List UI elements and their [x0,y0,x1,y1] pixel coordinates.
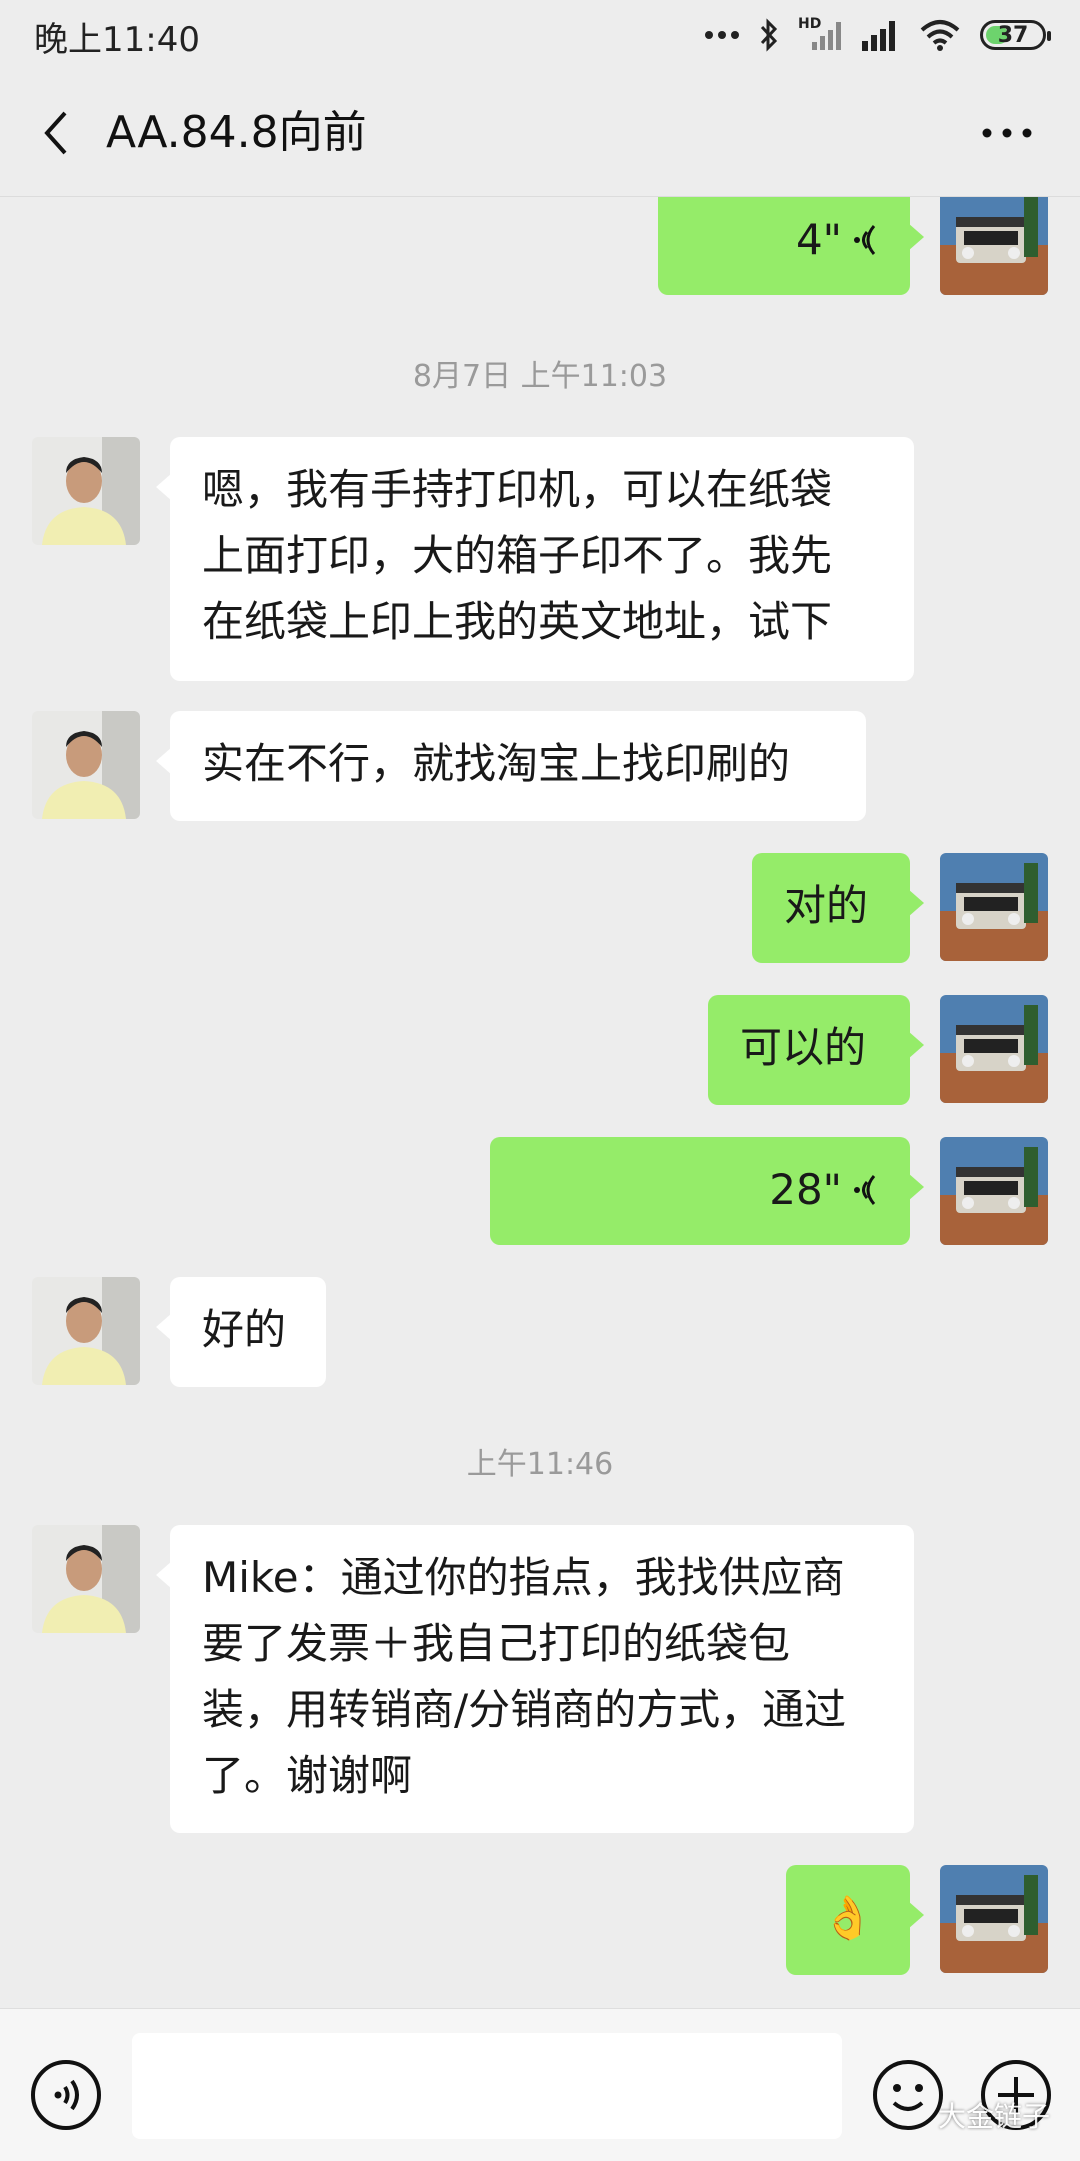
bluetooth-icon [760,18,778,52]
more-dots-icon [982,128,1032,138]
contact-avatar[interactable] [32,437,140,545]
message-line: 在纸袋上印上我的英文地址，试下 [202,597,833,646]
text-message-bubble[interactable]: 嗯，我有手持打印机，可以在纸袋 上面打印，大的箱子印不了。我先 在纸袋上印上我的… [156,437,914,681]
message-line: Mike：通过你的指点，我找供应商 [202,1553,845,1602]
contact-avatar[interactable] [32,711,140,819]
voice-toggle-button[interactable] [28,2057,104,2133]
my-avatar[interactable] [940,1137,1048,1245]
voice-wave-icon [854,225,876,255]
message-line: 好的 [202,1305,287,1354]
signal-dots-icon [705,31,739,39]
status-time: 晚上11:40 [34,20,200,60]
message-row-outgoing: 👌 [0,1865,1080,1977]
message-input[interactable] [132,2033,842,2139]
status-bar: 晚上11:40 HD 37 [0,0,1080,70]
text-message-bubble[interactable]: 对的 [752,853,924,963]
voice-message-bubble[interactable]: 28" [490,1137,924,1245]
battery-icon: 37 [980,20,1051,50]
hd-signal-icon: HD [798,16,842,52]
emoji-icon [873,2060,943,2130]
text-message-bubble[interactable]: Mike：通过你的指点，我找供应商 要了发票＋我自己打印的纸袋包 装，用转销商/… [156,1525,914,1833]
more-button[interactable] [974,100,1040,166]
chat-title: AA.84.8向前 [106,107,367,158]
timestamp: 上午11:46 [466,1447,614,1482]
voice-wave-icon [854,1175,876,1205]
my-avatar[interactable] [940,197,1048,295]
my-avatar[interactable] [940,995,1048,1103]
voice-toggle-icon [31,2060,101,2130]
message-list[interactable]: 4" 8月7日 上午11:03 嗯，我有手持打印机，可以在纸袋 上面打印，大的箱… [0,197,1080,2007]
message-row-incoming: Mike：通过你的指点，我找供应商 要了发票＋我自己打印的纸袋包 装，用转销商/… [0,1525,1080,1837]
voice-duration: 4" [795,215,842,264]
message-line: 要了发票＋我自己打印的纸袋包 [202,1619,791,1668]
message-line: 嗯，我有手持打印机，可以在纸袋 [202,465,833,514]
cell-signal-icon [862,21,895,51]
message-line: 了。谢谢啊 [202,1751,413,1800]
message-line: 对的 [784,881,869,930]
back-button[interactable] [28,100,84,166]
voice-message-bubble[interactable]: 4" [658,197,924,295]
voice-duration: 28" [769,1165,842,1214]
message-line: 实在不行，就找淘宝上找印刷的 [202,739,791,788]
emoji-button[interactable] [870,2057,946,2133]
battery-level: 37 [997,22,1029,48]
text-message-bubble[interactable]: 实在不行，就找淘宝上找印刷的 [156,711,866,821]
text-message-bubble[interactable]: 好的 [156,1277,326,1387]
chat-header: AA.84.8向前 [0,70,1080,197]
my-avatar[interactable] [940,1865,1048,1973]
wifi-icon [920,20,960,51]
voice-message: 28" [522,1157,878,1223]
emoji-message-bubble[interactable]: 👌 [786,1865,924,1975]
message-row-incoming: 实在不行，就找淘宝上找印刷的 [0,711,1080,823]
message-row-incoming: 好的 [0,1277,1080,1389]
message-row-outgoing: 可以的 [0,995,1080,1107]
message-row-outgoing: 4" [0,197,1080,307]
message-row-outgoing: 对的 [0,853,1080,965]
ok-hand-emoji: 👌 [821,1893,875,1942]
watermark: 大金链子 [937,2100,1050,2133]
status-icons: HD 37 [704,14,1051,56]
text-message-bubble[interactable]: 可以的 [708,995,924,1105]
my-avatar[interactable] [940,853,1048,961]
chevron-left-icon [44,111,67,155]
timestamp: 8月7日 上午11:03 [412,359,668,394]
contact-avatar[interactable] [32,1525,140,1633]
contact-avatar[interactable] [32,1277,140,1385]
message-line: 装，用转销商/分销商的方式，通过 [202,1685,847,1734]
message-row-incoming: 嗯，我有手持打印机，可以在纸袋 上面打印，大的箱子印不了。我先 在纸袋上印上我的… [0,437,1080,687]
input-bar: 大金链子 [0,2008,1080,2161]
message-row-outgoing: 28" [0,1137,1080,1249]
message-line: 可以的 [740,1023,867,1072]
message-line: 上面打印，大的箱子印不了。我先 [202,531,833,580]
voice-message: 4" [690,207,878,273]
